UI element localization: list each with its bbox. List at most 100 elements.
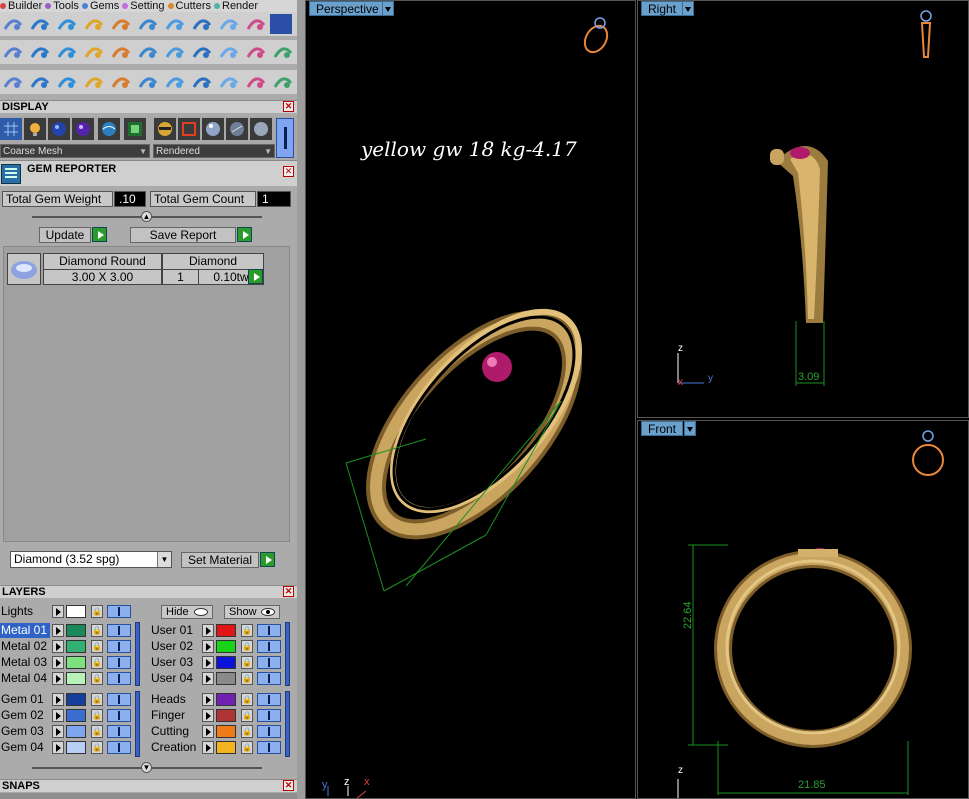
layer-color-swatch[interactable] xyxy=(66,741,86,754)
layers-scrollbar-2[interactable] xyxy=(135,691,140,757)
layer-lock-icon[interactable]: 🔒 xyxy=(241,725,253,738)
layers-scrollbar-3[interactable] xyxy=(285,622,290,686)
layer-row-cutting[interactable]: Cutting 🔒 xyxy=(150,724,290,739)
shaded-sphere-icon[interactable] xyxy=(48,118,70,140)
layer-color-swatch[interactable] xyxy=(66,640,86,653)
wireframe-icon[interactable] xyxy=(0,118,22,140)
lights-lock-icon[interactable]: 🔒 xyxy=(91,605,103,618)
layer-visibility-icon[interactable] xyxy=(257,672,281,685)
mesh-select[interactable]: Coarse Mesh ▼ xyxy=(0,144,150,158)
blocks-icon[interactable] xyxy=(2,72,24,92)
move-icon[interactable] xyxy=(110,72,132,92)
perspective-viewport[interactable]: yellow gw 18 kg-4.17 Perspective y z x xyxy=(305,0,636,799)
layer-row-finger[interactable]: Finger 🔒 xyxy=(150,708,290,723)
layer-row-metal-03[interactable]: Metal 03 🔒 xyxy=(0,655,140,670)
layer-lock-icon[interactable]: 🔒 xyxy=(241,656,253,669)
layer-lock-icon[interactable]: 🔒 xyxy=(241,640,253,653)
spline-icon[interactable] xyxy=(29,14,51,34)
layer-color-swatch[interactable] xyxy=(216,672,236,685)
layer-lock-icon[interactable]: 🔒 xyxy=(241,693,253,706)
lights-swatch[interactable] xyxy=(66,605,86,618)
layer-color-swatch[interactable] xyxy=(216,624,236,637)
layer-visibility-icon[interactable] xyxy=(107,656,131,669)
film-icon[interactable] xyxy=(245,42,267,62)
gem-reporter-close-icon[interactable]: ✕ xyxy=(283,166,294,177)
update-go-icon[interactable] xyxy=(92,227,107,242)
layer-name[interactable]: Metal 01 xyxy=(0,623,50,638)
frame-icon[interactable] xyxy=(178,118,200,140)
layer-name[interactable]: Metal 04 xyxy=(0,671,50,686)
layer-play-icon[interactable] xyxy=(52,672,64,685)
layer-visibility-icon[interactable] xyxy=(107,709,131,722)
menu-setting[interactable]: Setting xyxy=(122,0,165,12)
env-map-icon[interactable] xyxy=(98,118,120,140)
display-scroll[interactable] xyxy=(276,118,294,158)
layer-play-icon[interactable] xyxy=(202,709,214,722)
ring-front-nav-icon[interactable] xyxy=(908,429,948,482)
arc-icon[interactable] xyxy=(29,72,51,92)
layer-row-user-04[interactable]: User 04 🔒 xyxy=(150,671,290,686)
layer-name[interactable]: Gem 02 xyxy=(0,708,50,723)
layers-scrollbar-4[interactable] xyxy=(285,691,290,757)
layer-row-creation[interactable]: Creation 🔒 xyxy=(150,740,290,755)
layer-row-user-02[interactable]: User 02 🔒 xyxy=(150,639,290,654)
curve-icon[interactable] xyxy=(2,14,24,34)
cut-icon[interactable] xyxy=(245,72,267,92)
layer-color-swatch[interactable] xyxy=(216,725,236,738)
menu-render[interactable]: Render xyxy=(214,0,258,12)
layer-play-icon[interactable] xyxy=(52,741,64,754)
layer-play-icon[interactable] xyxy=(52,656,64,669)
layer-name[interactable]: Metal 02 xyxy=(0,639,50,654)
ring-icon[interactable] xyxy=(272,72,294,92)
layer-play-icon[interactable] xyxy=(52,640,64,653)
layer-play-icon[interactable] xyxy=(52,624,64,637)
layer-play-icon[interactable] xyxy=(202,624,214,637)
gem-row-go-icon[interactable] xyxy=(248,269,263,284)
show-button[interactable]: Show xyxy=(224,605,280,619)
light-bulb-icon[interactable] xyxy=(24,118,46,140)
layer-lock-icon[interactable]: 🔒 xyxy=(241,709,253,722)
layer-row-gem-04[interactable]: Gem 04 🔒 xyxy=(0,740,140,755)
layer-visibility-icon[interactable] xyxy=(257,640,281,653)
layer-color-swatch[interactable] xyxy=(66,693,86,706)
menu-tools[interactable]: Tools xyxy=(45,0,79,12)
layer-visibility-icon[interactable] xyxy=(257,725,281,738)
layer-lock-icon[interactable]: 🔒 xyxy=(91,725,103,738)
gem-cluster-icon[interactable] xyxy=(110,14,132,34)
gem-burst-icon[interactable] xyxy=(191,14,213,34)
layer-name[interactable]: Finger xyxy=(150,708,200,723)
layer-row-user-01[interactable]: User 01 🔒 xyxy=(150,623,290,638)
layer-name[interactable]: Metal 03 xyxy=(0,655,50,670)
layer-lock-icon[interactable]: 🔒 xyxy=(91,693,103,706)
layer-row-gem-03[interactable]: Gem 03 🔒 xyxy=(0,724,140,739)
sphere-net-icon[interactable] xyxy=(191,42,213,62)
lights-play-icon[interactable] xyxy=(52,605,64,618)
texture-icon[interactable] xyxy=(124,118,146,140)
layer-name[interactable]: Gem 03 xyxy=(0,724,50,739)
fork-icon[interactable] xyxy=(137,42,159,62)
plane-icon[interactable] xyxy=(56,42,78,62)
panel-icon[interactable] xyxy=(110,42,132,62)
layer-visibility-icon[interactable] xyxy=(107,672,131,685)
flower-icon[interactable] xyxy=(218,42,240,62)
layer-lock-icon[interactable]: 🔒 xyxy=(241,741,253,754)
layer-play-icon[interactable] xyxy=(52,709,64,722)
layer-name[interactable]: Cutting xyxy=(150,724,200,739)
layer-play-icon[interactable] xyxy=(202,741,214,754)
layer-row-heads[interactable]: Heads 🔒 xyxy=(150,692,290,707)
layer-name[interactable]: Creation xyxy=(150,740,200,755)
cube-icon[interactable] xyxy=(2,42,24,62)
layer-lock-icon[interactable]: 🔒 xyxy=(241,672,253,685)
layer-color-swatch[interactable] xyxy=(66,656,86,669)
menu-gems[interactable]: Gems xyxy=(81,0,119,12)
layer-play-icon[interactable] xyxy=(52,693,64,706)
glossy-sphere-icon[interactable] xyxy=(72,118,94,140)
layer-row-metal-02[interactable]: Metal 02 🔒 xyxy=(0,639,140,654)
layer-visibility-icon[interactable] xyxy=(257,624,281,637)
menu-cutters[interactable]: Cutters xyxy=(167,0,211,12)
link-icon[interactable] xyxy=(191,72,213,92)
layer-lock-icon[interactable]: 🔒 xyxy=(91,640,103,653)
layer-play-icon[interactable] xyxy=(202,725,214,738)
panel-toggle-icon[interactable] xyxy=(270,14,292,34)
ring-side-nav-icon[interactable] xyxy=(916,9,940,62)
